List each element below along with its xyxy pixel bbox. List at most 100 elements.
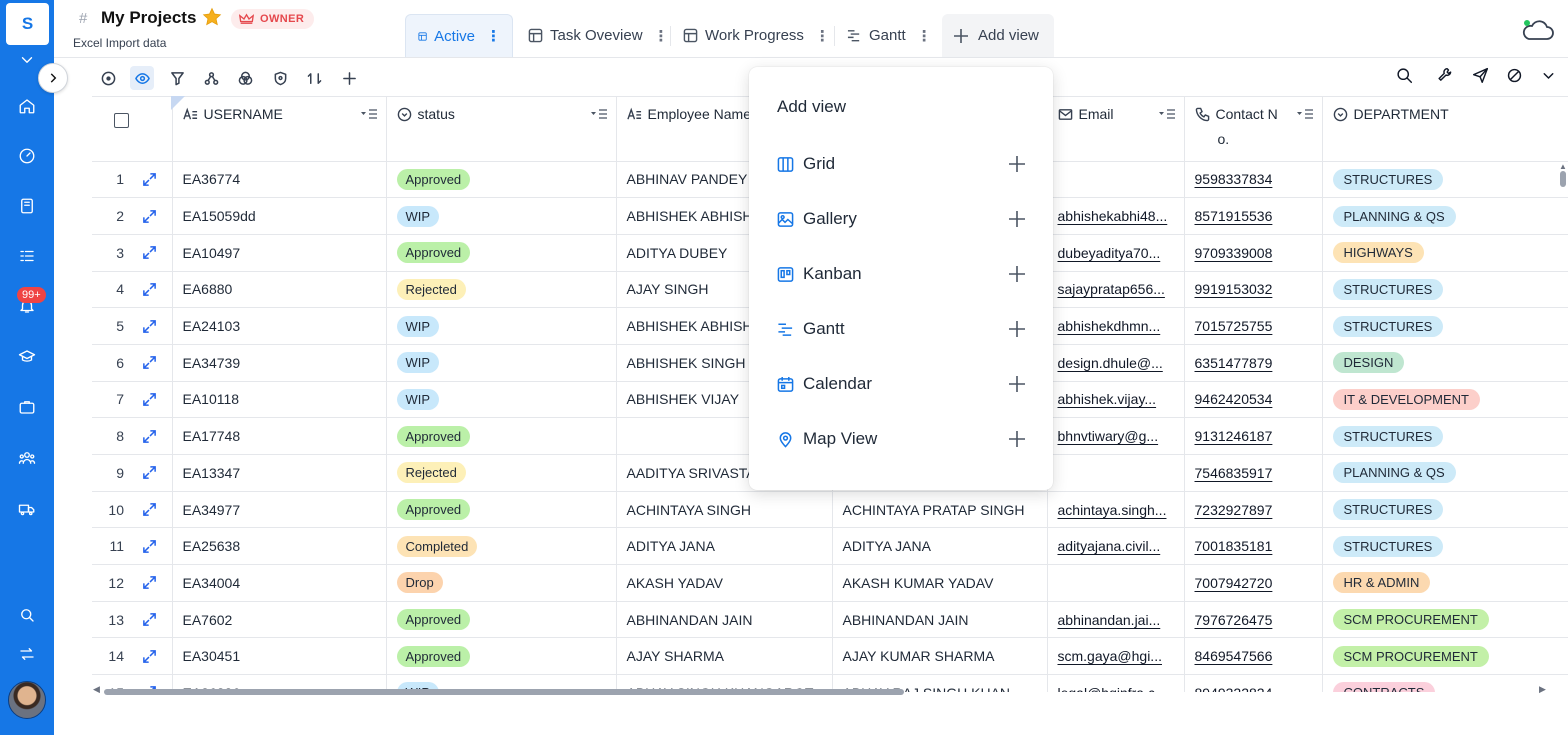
email-link[interactable]: scm.gaya@hgi... xyxy=(1058,648,1162,664)
tab-task-overview[interactable]: Task Oveview ⋮ xyxy=(516,14,680,57)
column-header-email[interactable]: Email xyxy=(1047,97,1185,162)
menu-item-gallery[interactable]: Gallery xyxy=(777,204,1027,234)
expand-record-icon[interactable] xyxy=(142,282,157,297)
contact-cell[interactable]: 9462420534 xyxy=(1184,381,1323,419)
expand-record-icon[interactable] xyxy=(142,355,157,370)
tab-active[interactable]: Active ⋮ xyxy=(405,14,513,57)
email-cell[interactable]: dubeyaditya70... xyxy=(1047,234,1185,272)
email-cell[interactable]: abhishekabhi48... xyxy=(1047,197,1185,235)
expand-record-icon[interactable] xyxy=(142,245,157,260)
phone-link[interactable]: 8571915536 xyxy=(1195,208,1273,224)
expand-record-icon[interactable] xyxy=(142,575,157,590)
contact-cell[interactable]: 7001835181 xyxy=(1184,527,1323,566)
status-cell[interactable]: Rejected xyxy=(386,454,617,492)
username-cell[interactable]: EA34739 xyxy=(172,344,387,382)
sort-arrows-icon[interactable] xyxy=(302,66,326,90)
username-cell[interactable]: EA24103 xyxy=(172,307,387,345)
search-records-icon[interactable] xyxy=(1396,67,1416,87)
email-cell[interactable]: abhishekdhmn... xyxy=(1047,307,1185,345)
tab-options-icon[interactable]: ⋮ xyxy=(815,27,830,45)
tab-options-icon[interactable]: ⋮ xyxy=(486,27,501,45)
department-cell[interactable]: IT & DEVELOPMENT xyxy=(1322,381,1568,419)
plus-icon[interactable] xyxy=(1007,209,1027,229)
dashboard-gauge-icon[interactable] xyxy=(17,146,37,166)
department-cell[interactable]: HR & ADMIN xyxy=(1322,564,1568,602)
username-cell[interactable]: EA30451 xyxy=(172,637,387,676)
email-link[interactable]: legal@hginfra.c... xyxy=(1058,685,1167,692)
filter-icon[interactable] xyxy=(165,66,189,90)
contact-cell[interactable]: 8571915536 xyxy=(1184,197,1323,235)
phone-link[interactable]: 6351477879 xyxy=(1195,355,1273,371)
email-link[interactable]: achintaya.singh... xyxy=(1058,502,1167,518)
contact-cell[interactable]: 6351477879 xyxy=(1184,344,1323,382)
scroll-left-arrow-icon[interactable]: ◀ xyxy=(93,684,100,695)
color-palette-icon[interactable] xyxy=(233,66,257,90)
email-cell[interactable] xyxy=(1047,454,1185,492)
status-cell[interactable]: Approved xyxy=(386,637,617,676)
expand-record-icon[interactable] xyxy=(142,172,157,187)
username-cell[interactable]: EA6880 xyxy=(172,271,387,309)
cloud-sync-icon[interactable] xyxy=(1521,18,1555,42)
username-cell[interactable]: EA13347 xyxy=(172,454,387,492)
department-cell[interactable]: STRUCTURES xyxy=(1322,271,1568,309)
username-cell[interactable]: EA10497 xyxy=(172,234,387,272)
column-menu-icon[interactable] xyxy=(1158,108,1176,120)
column-menu-icon[interactable] xyxy=(360,108,378,120)
phone-link[interactable]: 9919153032 xyxy=(1195,281,1273,297)
tools-wrench-icon[interactable] xyxy=(1437,67,1457,87)
search-icon[interactable] xyxy=(17,605,37,625)
email-cell[interactable]: sajaypratap656... xyxy=(1047,271,1185,309)
menu-item-map-view[interactable]: Map View xyxy=(777,424,1027,454)
vertical-scrollbar[interactable] xyxy=(1560,171,1566,187)
expand-record-icon[interactable] xyxy=(142,465,157,480)
expand-record-icon[interactable] xyxy=(142,649,157,664)
username-cell[interactable]: EA34004 xyxy=(172,564,387,602)
visibility-eye-icon[interactable] xyxy=(130,66,154,90)
email-link[interactable]: abhishekabhi48... xyxy=(1058,208,1168,224)
email-cell[interactable]: adityajana.civil... xyxy=(1047,527,1185,566)
email-cell[interactable]: bhnvtiwary@g... xyxy=(1047,417,1185,455)
email-cell[interactable] xyxy=(1047,564,1185,602)
table-row[interactable]: 12 EA34004 Drop AKASH YADAV AKASH KUMAR YADA… xyxy=(92,564,1568,602)
group-by-icon[interactable] xyxy=(199,66,223,90)
phone-link[interactable]: 7976726475 xyxy=(1195,612,1273,628)
workspace-chevron-down-icon[interactable] xyxy=(17,50,37,70)
status-cell[interactable]: Rejected xyxy=(386,271,617,309)
username-cell[interactable]: EA10118 xyxy=(172,381,387,419)
plus-icon[interactable] xyxy=(1007,374,1027,394)
status-cell[interactable]: Completed xyxy=(386,527,617,566)
column-header-department[interactable]: DEPARTMENT xyxy=(1322,97,1568,162)
table-row[interactable]: 11 EA25638 Completed ADITYA JANA ADITYA JANA… xyxy=(92,527,1568,566)
username-cell[interactable]: EA36774 xyxy=(172,161,387,199)
column-header-status[interactable]: status xyxy=(386,97,617,162)
menu-item-kanban[interactable]: Kanban xyxy=(777,259,1027,289)
favorite-star-icon[interactable] xyxy=(202,7,222,27)
status-cell[interactable]: Approved xyxy=(386,491,617,529)
phone-link[interactable]: 7232927897 xyxy=(1195,502,1273,518)
plus-icon[interactable] xyxy=(1007,154,1027,174)
department-cell[interactable]: PLANNING & QS xyxy=(1322,454,1568,492)
username-cell[interactable]: EA15059dd xyxy=(172,197,387,235)
column-menu-icon[interactable] xyxy=(1296,108,1314,120)
expand-record-icon[interactable] xyxy=(142,539,157,554)
email-cell[interactable]: legal@hginfra.c... xyxy=(1047,674,1185,692)
phone-link[interactable]: 7015725755 xyxy=(1195,318,1273,334)
column-header-contact-no[interactable]: Contact N o. xyxy=(1184,97,1323,162)
task-list-icon[interactable] xyxy=(17,246,37,266)
contact-cell[interactable]: 7007942720 xyxy=(1184,564,1323,602)
tab-gantt[interactable]: Gantt ⋮ xyxy=(835,14,943,57)
delivery-truck-icon[interactable] xyxy=(17,499,37,519)
contact-cell[interactable]: 9709339008 xyxy=(1184,234,1323,272)
contact-cell[interactable]: 8469547566 xyxy=(1184,637,1323,676)
full-name-cell[interactable]: AKASH KUMAR YADAV xyxy=(832,564,1048,602)
department-cell[interactable]: DESIGN xyxy=(1322,344,1568,382)
graduation-cap-icon[interactable] xyxy=(17,347,37,367)
employee-name-cell[interactable]: ABHINANDAN JAIN xyxy=(616,601,833,639)
department-cell[interactable]: CONTRACTS xyxy=(1322,674,1568,692)
contact-cell[interactable]: 9919153032 xyxy=(1184,271,1323,309)
phone-link[interactable]: 9709339008 xyxy=(1195,245,1273,261)
status-cell[interactable]: Drop xyxy=(386,564,617,602)
department-cell[interactable]: STRUCTURES xyxy=(1322,527,1568,566)
table-row[interactable]: 10 EA34977 Approved ACHINTAYA SINGH ACHINTAY… xyxy=(92,491,1568,529)
status-cell[interactable]: Approved xyxy=(386,417,617,455)
